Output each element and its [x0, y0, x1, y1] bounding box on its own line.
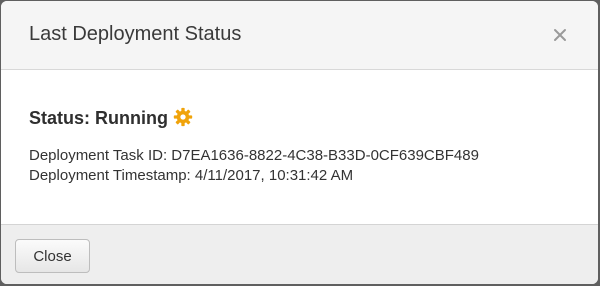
deployment-status-dialog: Last Deployment Status Status: Running D…	[1, 1, 598, 284]
gear-icon	[173, 107, 193, 127]
deployment-timestamp: Deployment Timestamp: 4/11/2017, 10:31:4…	[29, 167, 354, 184]
status-line: Status: Running	[29, 107, 193, 129]
status-label: Status: Running	[29, 108, 168, 128]
dialog-title: Last Deployment Status	[29, 23, 242, 45]
dialog-body: Status: Running Deployment Task ID: D7EA…	[1, 70, 598, 224]
dialog-header: Last Deployment Status	[1, 1, 598, 70]
deployment-task-id: Deployment Task ID: D7EA1636-8822-4C38-B…	[29, 147, 479, 164]
dialog-footer: Close	[1, 224, 598, 284]
close-button[interactable]: Close	[15, 239, 90, 273]
close-icon[interactable]	[550, 25, 570, 45]
